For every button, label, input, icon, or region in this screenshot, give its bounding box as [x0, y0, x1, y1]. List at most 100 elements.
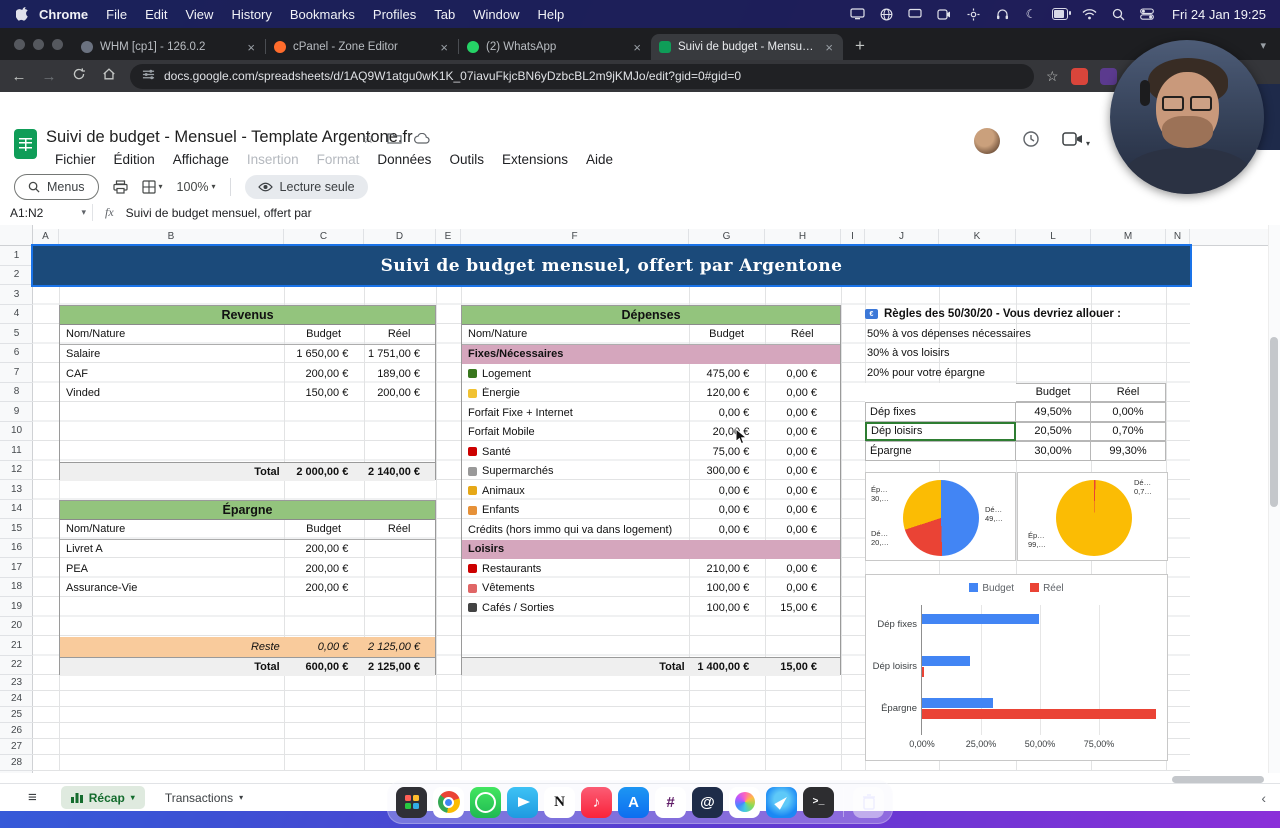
cell[interactable]: 0,00 €: [764, 563, 840, 575]
cell[interactable]: 0,00 €: [764, 465, 840, 477]
cell[interactable]: 475,00 €: [689, 368, 765, 380]
row-header-24[interactable]: 24: [0, 691, 33, 707]
close-tab-icon[interactable]: ×: [245, 40, 257, 55]
column-header-A[interactable]: A: [33, 229, 59, 245]
dock-trash-icon[interactable]: [853, 786, 884, 818]
readonly-badge[interactable]: Lecture seule: [244, 174, 368, 199]
dock-slack-icon[interactable]: #: [655, 786, 686, 818]
cell[interactable]: 0,00 €: [689, 504, 765, 516]
column-header-M[interactable]: M: [1091, 229, 1166, 245]
menubar-clock[interactable]: Fri 24 Jan 19:25: [1168, 7, 1266, 22]
cell[interactable]: 0,00 €: [764, 485, 840, 497]
row-header-27[interactable]: 27: [0, 739, 33, 755]
menubar-item-file[interactable]: File: [97, 7, 136, 22]
cell[interactable]: 0,00 €: [284, 641, 364, 653]
cell[interactable]: 49,50%: [1016, 402, 1091, 422]
collapse-panel-icon[interactable]: ‹: [1261, 790, 1280, 806]
cell[interactable]: 100,00 €: [689, 582, 765, 594]
cell[interactable]: Dép fixes: [865, 402, 1016, 422]
dock-telegram-icon[interactable]: [507, 786, 538, 818]
menubar-item-bookmarks[interactable]: Bookmarks: [281, 7, 364, 22]
row-header-5[interactable]: 5: [0, 324, 33, 344]
cell[interactable]: 200,00 €: [363, 387, 435, 399]
sheets-logo-icon[interactable]: [14, 129, 37, 159]
zoom-control[interactable]: 100% ▾: [177, 180, 216, 194]
cell[interactable]: 0,00 €: [764, 426, 840, 438]
tab-menu-chevron-icon[interactable]: ▾: [239, 793, 243, 802]
menu-donnees[interactable]: Données: [368, 150, 440, 169]
dock-mail-icon[interactable]: @: [692, 786, 723, 818]
display-icon[interactable]: [907, 6, 923, 22]
menu-edition[interactable]: Édition: [105, 150, 164, 169]
menu-outils[interactable]: Outils: [440, 150, 493, 169]
meet-camera-icon[interactable]: ▾: [1062, 131, 1090, 151]
cell[interactable]: Budget: [284, 328, 364, 340]
dock-terminal-icon[interactable]: >_: [803, 786, 834, 818]
minimize-window-icon[interactable]: [33, 38, 44, 50]
cell[interactable]: Reste: [60, 641, 284, 653]
menubar-item-history[interactable]: History: [222, 7, 280, 22]
cell[interactable]: 0,00 €: [764, 524, 840, 536]
row-header-26[interactable]: 26: [0, 723, 33, 739]
cell[interactable]: Livret A: [60, 543, 284, 555]
close-tab-icon[interactable]: ×: [823, 40, 835, 55]
moon-icon[interactable]: ☾: [1023, 6, 1039, 22]
tab-search-chevron-icon[interactable]: ▾: [1260, 39, 1280, 60]
column-header-B[interactable]: B: [59, 229, 284, 245]
cell[interactable]: 200,00 €: [284, 582, 364, 594]
menubar-item-profiles[interactable]: Profiles: [364, 7, 425, 22]
cell[interactable]: Nom/Nature: [60, 523, 284, 535]
selected-cell[interactable]: Dép loisirs: [865, 421, 1016, 441]
depenses-title[interactable]: Dépenses: [462, 305, 840, 325]
star-doc-icon[interactable]: ☆: [362, 130, 375, 147]
row-header-10[interactable]: 10: [0, 422, 33, 441]
cell[interactable]: PEA: [60, 563, 284, 575]
zoom-window-icon[interactable]: [52, 38, 63, 50]
cell[interactable]: 0,00 €: [689, 485, 765, 497]
cell[interactable]: 0,00 €: [764, 387, 840, 399]
extension-icon-purple[interactable]: [1099, 67, 1117, 85]
column-header-E[interactable]: E: [436, 229, 461, 245]
cell[interactable]: 0,70%: [1091, 421, 1166, 441]
cell[interactable]: 1 400,00 €: [689, 661, 765, 673]
cell[interactable]: 20,00 €: [689, 426, 765, 438]
cell[interactable]: Forfait Mobile: [462, 426, 689, 438]
cell[interactable]: Total: [60, 466, 284, 478]
all-sheets-icon[interactable]: ≡: [14, 789, 51, 806]
pie-chart-reel[interactable]: Dé… 0,7… Ép… 99,…: [1017, 472, 1168, 561]
column-header-J[interactable]: J: [865, 229, 939, 245]
pie-chart-budget[interactable]: Ép… 30,… Dé… 49,… Dé… 20,…: [865, 472, 1016, 561]
cell[interactable]: Épargne: [865, 441, 1016, 461]
vertical-scrollbar[interactable]: [1268, 225, 1280, 773]
toolbar-menus-button[interactable]: Menus: [14, 173, 99, 200]
section-header[interactable]: Fixes/Nécessaires: [462, 348, 690, 360]
cell[interactable]: 0,00 €: [689, 524, 765, 536]
extension-icon-red[interactable]: [1070, 67, 1088, 85]
cell[interactable]: 99,30%: [1091, 441, 1166, 461]
cell[interactable]: 75,00 €: [689, 446, 765, 458]
webcam-overlay[interactable]: [1110, 40, 1264, 194]
dock-photos-icon[interactable]: [729, 786, 760, 818]
cell[interactable]: 0,00 €: [764, 368, 840, 380]
spreadsheet-grid[interactable]: ABCDEFGHIJKLMN 1 2 3 4 5 6 7 8 9 10 11 12 13 14 15 16 17…: [0, 225, 1268, 773]
cell[interactable]: 210,00 €: [689, 563, 765, 575]
menu-fichier[interactable]: Fichier: [46, 150, 105, 169]
name-box[interactable]: A1:N2 ▾: [0, 206, 92, 220]
row-header-12[interactable]: 12: [0, 461, 33, 480]
bar-chart[interactable]: Budget Réel Dép fixes Dép loisirs Épargn…: [865, 574, 1168, 761]
camera-icon[interactable]: [936, 6, 952, 22]
column-header-D[interactable]: D: [364, 229, 436, 245]
forward-icon[interactable]: →: [40, 68, 58, 85]
cell[interactable]: 150,00 €: [284, 387, 364, 399]
cell[interactable]: Logement: [462, 368, 689, 380]
window-controls[interactable]: [10, 28, 73, 60]
menubar-item-tab[interactable]: Tab: [425, 7, 464, 22]
cell[interactable]: Vinded: [60, 387, 284, 399]
row-header-3[interactable]: 3: [0, 285, 33, 305]
browser-tab-whatsapp[interactable]: (2) WhatsApp ×: [459, 34, 651, 60]
cell[interactable]: 2 125,00 €: [363, 661, 435, 673]
rules-title[interactable]: € Règles des 50/30/20 - Vous devriez all…: [865, 305, 1121, 325]
select-all-corner[interactable]: [0, 229, 33, 246]
row-header-7[interactable]: 7: [0, 363, 33, 383]
row-header-15[interactable]: 15: [0, 519, 33, 539]
